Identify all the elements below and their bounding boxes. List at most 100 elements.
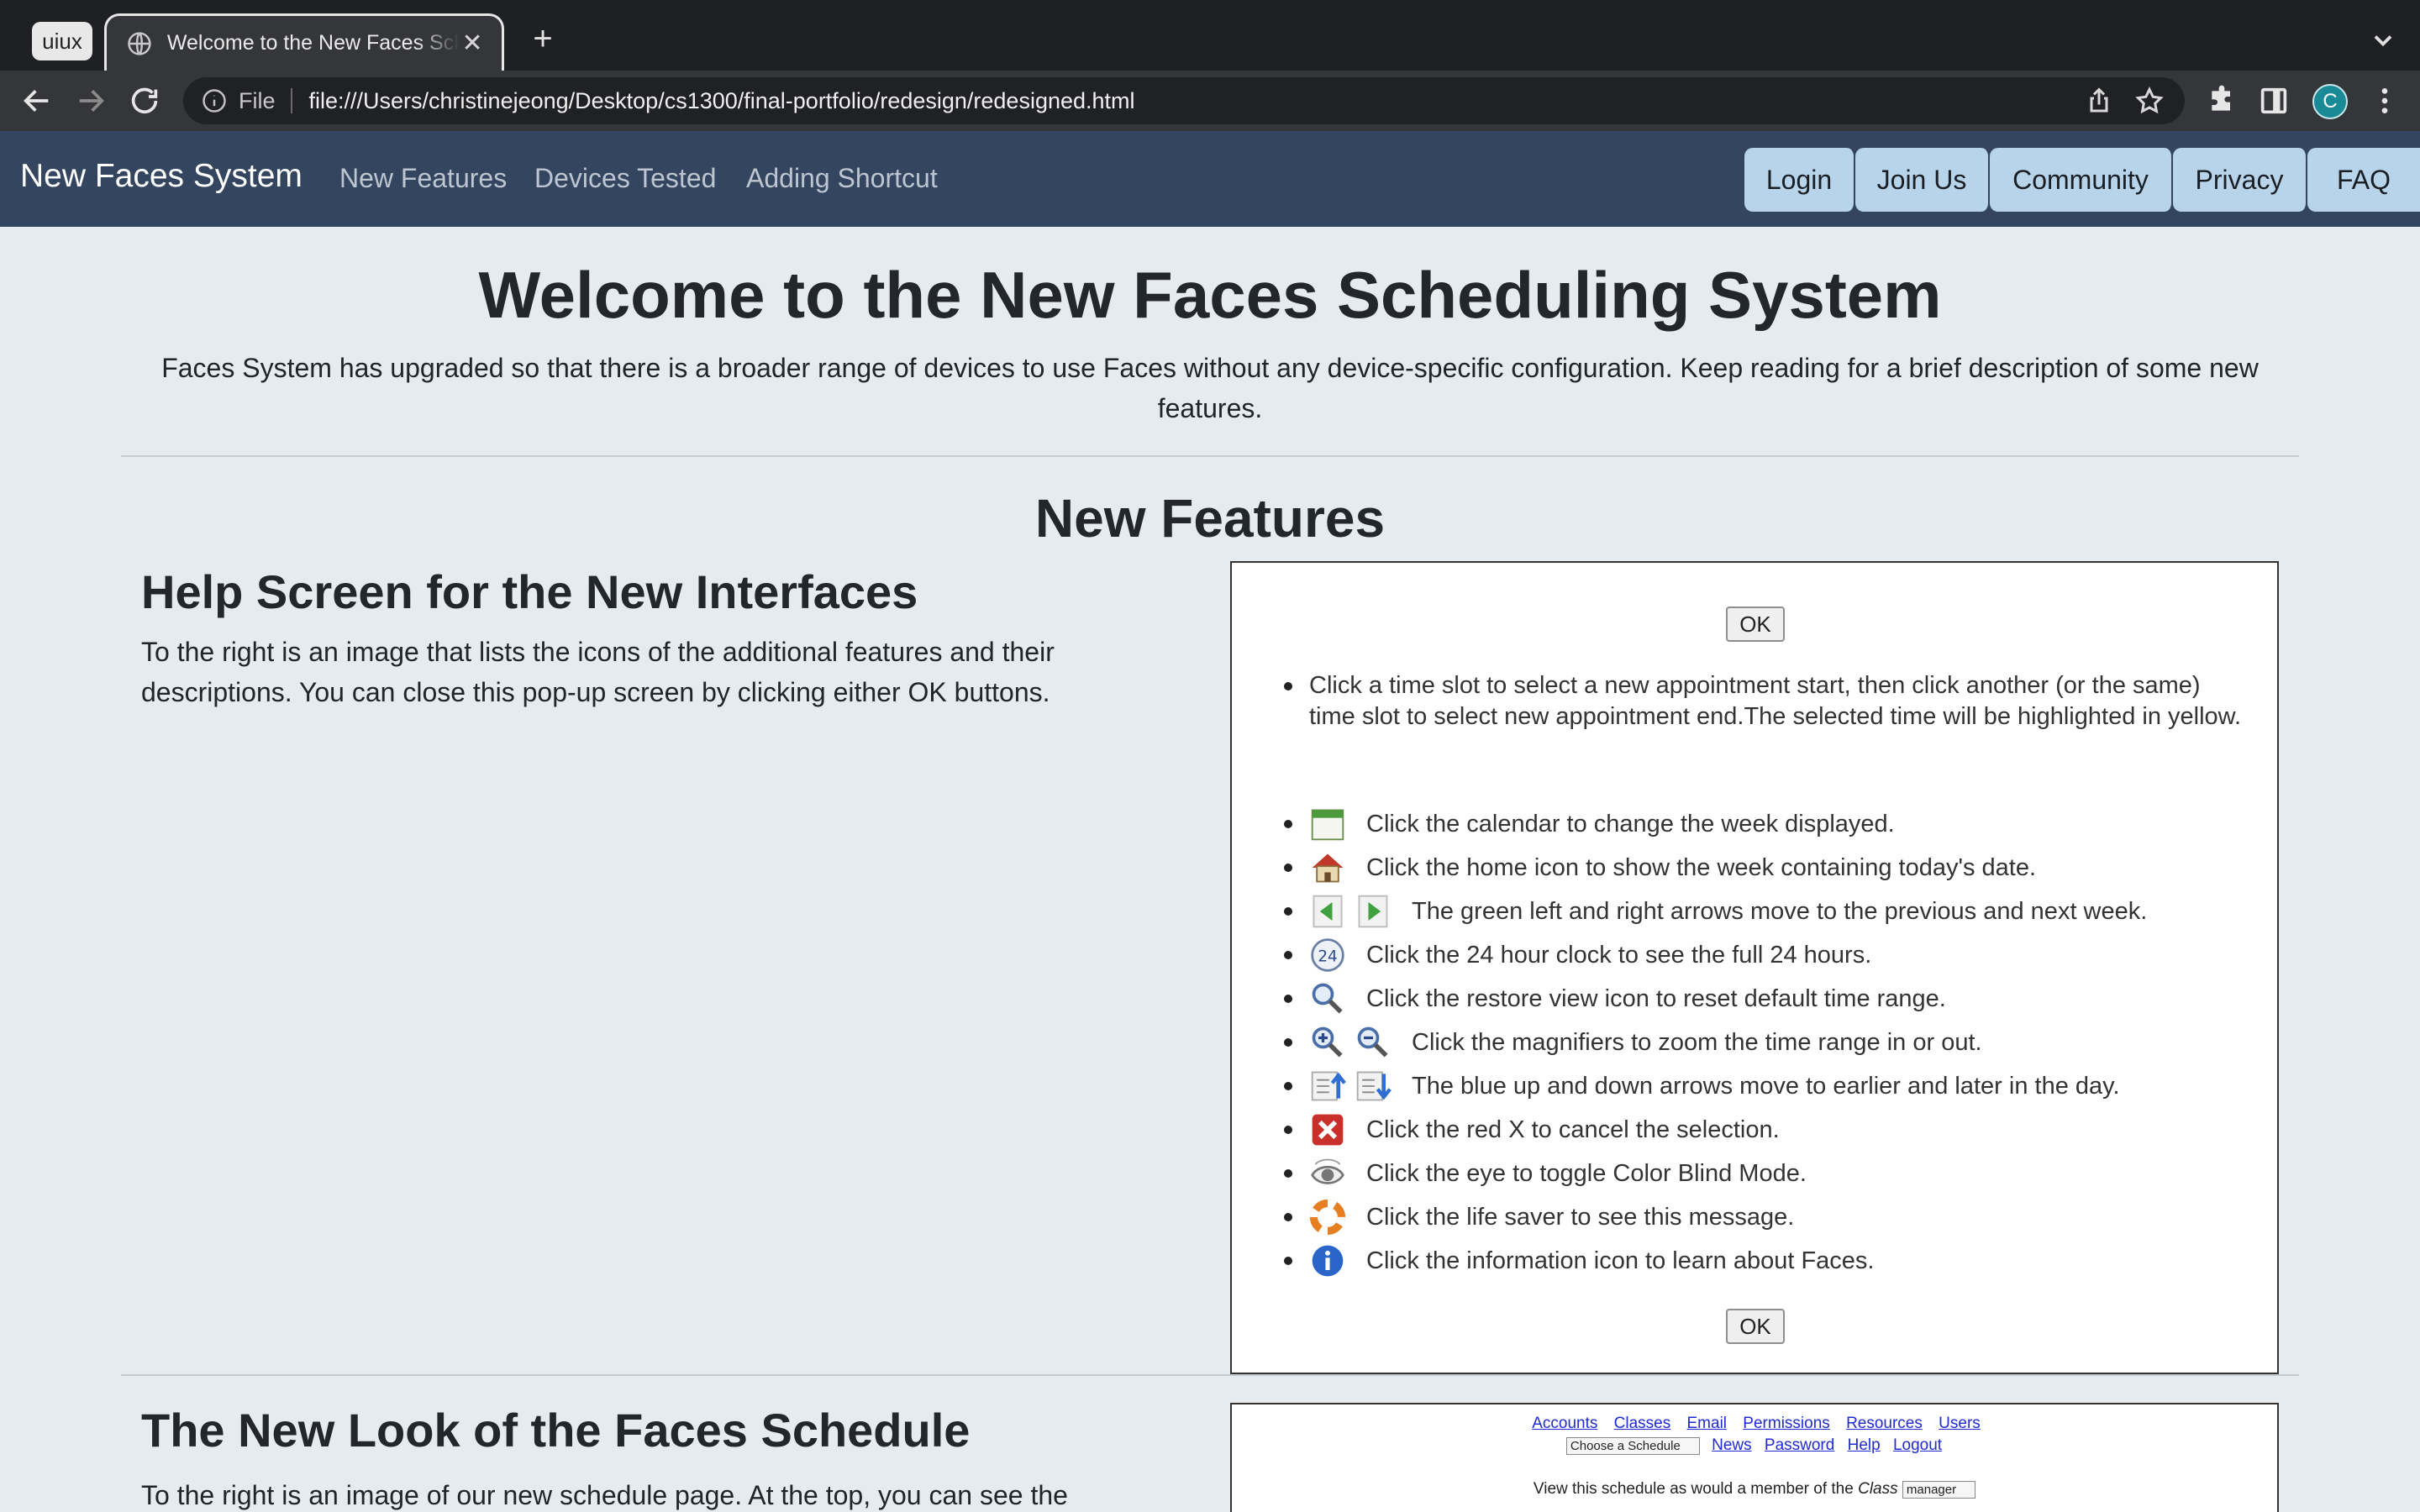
schedule-link-news: News xyxy=(1712,1436,1752,1454)
list-bullet xyxy=(1284,995,1292,1003)
list-item: 24 Click the 24 hour clock to see the fu… xyxy=(1309,934,1871,976)
schedule-link-accounts: Accounts xyxy=(1532,1415,1598,1432)
address-bar[interactable]: File file:///Users/christinejeong/Deskto… xyxy=(183,77,2185,124)
list-item: The green left and right arrows move to … xyxy=(1309,890,2147,932)
schedule-page-image: Accounts Classes Email Permissions Resou… xyxy=(1230,1403,2279,1512)
home-icon xyxy=(1312,853,1344,883)
zoom-out-icon xyxy=(1357,1026,1388,1058)
share-icon[interactable] xyxy=(2084,86,2114,116)
list-bullet xyxy=(1284,1038,1292,1047)
feature-text: Click the restore view icon to reset def… xyxy=(1366,984,1946,1012)
feature-text: The green left and right arrows move to … xyxy=(1412,897,2148,925)
schedule-link-permissions: Permissions xyxy=(1743,1415,1830,1432)
side-panel-icon[interactable] xyxy=(2257,84,2291,118)
calendar-icon xyxy=(1311,809,1344,841)
arrow-down-icon xyxy=(1356,1071,1392,1101)
list-item: The blue up and down arrows move to earl… xyxy=(1309,1065,2120,1107)
list-item: Click the home icon to show the week con… xyxy=(1309,847,2036,889)
browser-tab-active[interactable]: Welcome to the New Faces Scheduling Syst… xyxy=(104,13,504,71)
nav-link-new-features[interactable]: New Features xyxy=(339,163,507,194)
ok-button-bottom: OK xyxy=(1726,1309,1785,1344)
login-button[interactable]: Login xyxy=(1744,148,1855,212)
divider xyxy=(121,1374,2299,1376)
divider xyxy=(121,455,2299,457)
schedule-link-help: Help xyxy=(1847,1436,1881,1454)
schedule-link-password: Password xyxy=(1764,1436,1835,1454)
page-subtitle: Faces System has upgraded so that there … xyxy=(161,353,2259,423)
chevron-down-icon[interactable] xyxy=(2368,25,2398,55)
extensions-puzzle-icon[interactable] xyxy=(2205,84,2238,118)
list-bullet xyxy=(1284,1082,1292,1090)
browser-toolbar: File file:///Users/christinejeong/Deskto… xyxy=(0,71,2420,131)
tab-title: Welcome to the New Faces Scheduling Syst… xyxy=(166,31,460,55)
help-intro-text: Click a time slot to select a new appoin… xyxy=(1309,672,2242,730)
forward-arrow-icon[interactable] xyxy=(74,84,108,118)
schedule-user-links: Choose a Schedule News Password Help Log… xyxy=(1232,1436,2277,1455)
arrow-up-icon xyxy=(1311,1071,1346,1101)
nav-link-devices-tested[interactable]: Devices Tested xyxy=(534,163,716,194)
info-icon xyxy=(1312,1245,1344,1277)
arrow-left-icon xyxy=(1313,895,1343,928)
feature-text: Click the eye to toggle Color Blind Mode… xyxy=(1366,1159,1807,1187)
list-bullet xyxy=(1284,951,1292,959)
eye-icon xyxy=(1311,1158,1344,1184)
list-item: Click the restore view icon to reset def… xyxy=(1309,978,1946,1020)
list-bullet xyxy=(1284,1257,1292,1265)
list-item: Click the eye to toggle Color Blind Mode… xyxy=(1309,1152,1807,1194)
arrow-right-icon xyxy=(1358,895,1388,928)
feature-text: Click the 24 hour clock to see the full … xyxy=(1366,941,1872,969)
bookmark-star-icon[interactable] xyxy=(2134,86,2165,116)
list-bullet xyxy=(1284,820,1292,828)
feature-text: Click the home icon to show the week con… xyxy=(1366,853,2037,881)
list-bullet xyxy=(1284,1213,1292,1221)
privacy-button[interactable]: Privacy xyxy=(2173,148,2307,212)
profile-avatar[interactable]: C xyxy=(2312,84,2348,119)
list-bullet xyxy=(1284,682,1292,690)
faq-button[interactable]: FAQ xyxy=(2307,148,2420,212)
restore-magnifier-icon xyxy=(1312,983,1343,1014)
back-arrow-icon[interactable] xyxy=(20,84,54,118)
url-scheme-label: File xyxy=(239,87,276,113)
profile-group-pill[interactable]: uiux xyxy=(32,22,92,60)
navbar-brand[interactable]: New Faces System xyxy=(20,158,302,195)
reload-icon[interactable] xyxy=(128,84,161,118)
schedule-link-classes: Classes xyxy=(1613,1415,1671,1432)
zoom-in-icon xyxy=(1312,1026,1343,1058)
site-navbar: New Faces System New Features Devices Te… xyxy=(0,131,2420,227)
list-item: Click the calendar to change the week di… xyxy=(1309,803,1895,845)
more-vertical-icon[interactable] xyxy=(2368,84,2402,118)
life-saver-icon xyxy=(1309,1199,1346,1236)
view-as-class-word: Class xyxy=(1858,1480,1898,1498)
help-screen-image: OK Click a time slot to select a new app… xyxy=(1230,561,2279,1374)
schedule-admin-links: Accounts Classes Email Permissions Resou… xyxy=(1232,1415,2277,1433)
page-title: Welcome to the New Faces Scheduling Syst… xyxy=(478,258,1942,332)
help-screen-description: To the right is an image that lists the … xyxy=(141,637,1055,707)
schedule-link-users: Users xyxy=(1939,1415,1981,1432)
choose-schedule-select: Choose a Schedule xyxy=(1565,1437,1700,1455)
info-circle-icon[interactable] xyxy=(202,88,227,113)
list-item: Click the red X to cancel the selection. xyxy=(1309,1109,1780,1151)
new-tab-icon[interactable]: + xyxy=(526,22,560,55)
feature-text: Click the information icon to learn abou… xyxy=(1366,1247,1875,1274)
svg-text:24: 24 xyxy=(1318,948,1337,965)
ok-button-top: OK xyxy=(1726,606,1785,642)
browser-tab-strip: uiux Welcome to the New Faces Scheduling… xyxy=(0,0,2420,71)
url-text[interactable]: file:///Users/christinejeong/Desktop/cs1… xyxy=(309,88,1135,114)
community-button[interactable]: Community xyxy=(1990,148,2173,212)
address-divider xyxy=(290,88,292,113)
view-as-text: View this schedule as would a member of … xyxy=(1533,1480,1854,1498)
nav-link-adding-shortcut[interactable]: Adding Shortcut xyxy=(746,163,938,194)
schedule-section-title: The New Look of the Faces Schedule xyxy=(141,1404,971,1457)
help-screen-title: Help Screen for the New Interfaces xyxy=(141,565,918,618)
list-bullet xyxy=(1284,1169,1292,1178)
schedule-link-email: Email xyxy=(1686,1415,1728,1432)
schedule-link-resources: Resources xyxy=(1846,1415,1923,1432)
close-tab-icon[interactable]: ✕ xyxy=(460,29,485,58)
list-item: Click the life saver to see this message… xyxy=(1309,1196,1794,1238)
globe-icon xyxy=(128,31,151,55)
join-us-button[interactable]: Join Us xyxy=(1855,148,1990,212)
view-as-select: manager xyxy=(1902,1481,1976,1499)
feature-text: Click the magnifiers to zoom the time ra… xyxy=(1412,1028,1982,1056)
list-bullet xyxy=(1284,1126,1292,1134)
list-bullet xyxy=(1284,864,1292,872)
